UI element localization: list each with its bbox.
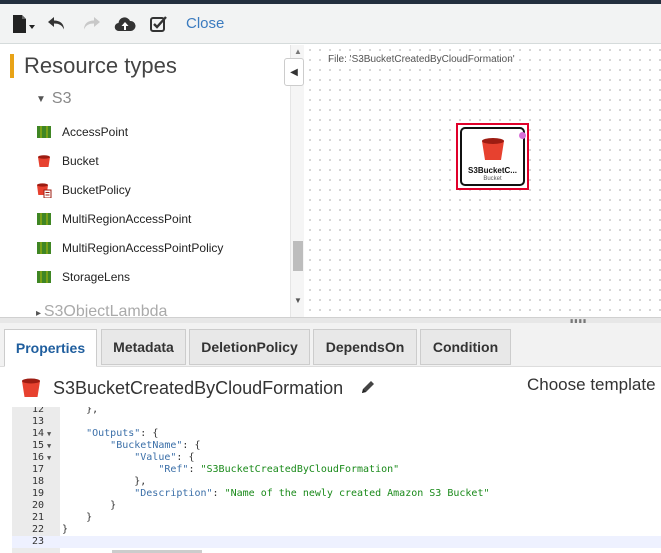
s3-accesspoint-icon bbox=[37, 125, 51, 138]
line-number: 17 bbox=[31, 464, 44, 475]
resource-item-storagelens[interactable]: StorageLens bbox=[36, 262, 223, 291]
line-number: 21 bbox=[31, 512, 44, 523]
node-frame: S3BucketC... Bucket bbox=[460, 127, 526, 186]
code-text: } bbox=[62, 512, 93, 523]
bucket-node[interactable]: S3BucketC... Bucket bbox=[456, 123, 529, 190]
redo-icon[interactable] bbox=[74, 7, 108, 41]
code-line[interactable]: 23 bbox=[12, 536, 661, 548]
line-number: 19 bbox=[31, 488, 44, 499]
line-number: 18 bbox=[31, 476, 44, 487]
tab-properties[interactable]: Properties bbox=[4, 329, 97, 367]
scrollbar-thumb[interactable] bbox=[293, 241, 303, 271]
file-label: File: 'S3BucketCreatedByCloudFormation' bbox=[328, 54, 515, 65]
s3-bucket-icon bbox=[22, 378, 40, 397]
s3-bucket-icon bbox=[38, 154, 50, 167]
resource-item-multiregionaccesspointpolicy[interactable]: MultiRegionAccessPointPolicy bbox=[36, 233, 223, 262]
code-line[interactable]: 16 ▼ "Value": { bbox=[12, 452, 661, 464]
scroll-down-icon[interactable]: ▼ bbox=[294, 296, 302, 305]
code-line[interactable]: 12 }, bbox=[12, 407, 661, 416]
fold-toggle-icon[interactable]: ▼ bbox=[47, 440, 51, 452]
code-line[interactable]: 13 bbox=[12, 416, 661, 428]
chevron-left-icon: ◀ bbox=[290, 66, 298, 78]
resource-item-label: MultiRegionAccessPoint bbox=[62, 211, 192, 226]
line-number: 23 bbox=[31, 536, 44, 547]
tab-deletionpolicy[interactable]: DeletionPolicy bbox=[189, 329, 310, 365]
group-s3objectlambda[interactable]: ▸ S3ObjectLambda bbox=[36, 303, 167, 317]
line-number: 16 bbox=[31, 452, 44, 463]
resource-item-bucketpolicy[interactable]: BucketPolicy bbox=[36, 175, 223, 204]
resource-item-label: BucketPolicy bbox=[62, 182, 131, 197]
s3-accesspoint-icon bbox=[37, 270, 51, 283]
resource-item-label: MultiRegionAccessPointPolicy bbox=[62, 240, 224, 255]
code-editor[interactable]: 12 }, 13 14 ▼ "Outputs": {15 ▼ "BucketName":… bbox=[12, 407, 661, 553]
scroll-up-icon[interactable]: ▲ bbox=[294, 47, 302, 56]
designer-canvas[interactable]: File: 'S3BucketCreatedByCloudFormation' … bbox=[305, 45, 661, 317]
resource-item-multiregionaccesspoint[interactable]: MultiRegionAccessPoint bbox=[36, 204, 223, 233]
resource-item-label: AccessPoint bbox=[62, 124, 129, 139]
code-line[interactable]: 22} bbox=[12, 524, 661, 536]
edit-pencil-icon[interactable] bbox=[360, 379, 376, 395]
code-text: "Ref": "S3BucketCreatedByCloudFormation" bbox=[158, 464, 400, 475]
resource-name: S3BucketCreatedByCloudFormation bbox=[53, 378, 344, 398]
code-text: "Description": "Name of the newly create… bbox=[134, 488, 490, 499]
s3-bucketpolicy-icon bbox=[37, 182, 52, 198]
group-label: S3ObjectLambda bbox=[43, 303, 168, 317]
s3-accesspoint-icon bbox=[37, 241, 51, 254]
toolbar: Close bbox=[0, 4, 661, 44]
code-text: }, bbox=[62, 407, 99, 415]
tab-metadata[interactable]: Metadata bbox=[101, 329, 186, 365]
code-line[interactable]: 17 "Ref": "S3BucketCreatedByCloudFormati… bbox=[12, 464, 661, 476]
code-text: }, bbox=[62, 476, 147, 487]
code-line[interactable]: 18 }, bbox=[12, 476, 661, 488]
code-text: } bbox=[62, 524, 69, 535]
properties-header: S3BucketCreatedByCloudFormation Choose t… bbox=[0, 367, 661, 407]
caret-right-icon: ▸ bbox=[36, 308, 44, 317]
group-label: S3 bbox=[51, 90, 72, 107]
connection-handle[interactable] bbox=[519, 132, 526, 139]
code-text: "BucketName": { bbox=[110, 440, 201, 451]
resource-types-panel: Resource types ▼ S3 AccessPoint Bucket B… bbox=[0, 45, 290, 317]
line-number: 22 bbox=[31, 524, 44, 535]
line-number: 13 bbox=[31, 416, 44, 427]
code-text: "Outputs": { bbox=[86, 428, 159, 439]
resource-types-title: Resource types bbox=[10, 54, 177, 78]
code-line[interactable]: 19 "Description": "Name of the newly cre… bbox=[12, 488, 661, 500]
close-button[interactable]: Close bbox=[186, 15, 224, 32]
line-number: 15 bbox=[31, 440, 44, 451]
node-name: S3BucketC... bbox=[468, 166, 517, 175]
resource-item-label: Bucket bbox=[62, 153, 99, 168]
node-type: Bucket bbox=[483, 176, 502, 182]
code-line[interactable]: 15 ▼ "BucketName": { bbox=[12, 440, 661, 452]
code-line[interactable]: 14 ▼ "Outputs": { bbox=[12, 428, 661, 440]
tab-dependson[interactable]: DependsOn bbox=[313, 329, 417, 365]
resource-item-accesspoint[interactable]: AccessPoint bbox=[36, 117, 223, 146]
collapse-panel-button[interactable]: ◀ bbox=[284, 58, 304, 86]
resource-list: AccessPoint Bucket BucketPolicy MultiReg… bbox=[36, 117, 223, 291]
properties-tabs: Properties Metadata DeletionPolicy Depen… bbox=[0, 323, 661, 367]
caret-down-icon: ▼ bbox=[36, 93, 46, 105]
group-s3[interactable]: ▼ S3 bbox=[36, 90, 71, 108]
s3-accesspoint-icon bbox=[37, 212, 51, 225]
cloud-upload-icon[interactable] bbox=[108, 7, 142, 41]
resource-item-bucket[interactable]: Bucket bbox=[36, 146, 223, 175]
choose-template-button[interactable]: Choose template bbox=[527, 375, 656, 395]
code-line[interactable]: 21 } bbox=[12, 512, 661, 524]
validate-icon[interactable] bbox=[142, 7, 176, 41]
fold-toggle-icon[interactable]: ▼ bbox=[47, 428, 51, 440]
fold-toggle-icon[interactable]: ▼ bbox=[47, 452, 51, 464]
code-text: } bbox=[62, 500, 117, 511]
line-number: 14 bbox=[31, 428, 44, 439]
undo-icon[interactable] bbox=[40, 7, 74, 41]
tab-condition[interactable]: Condition bbox=[420, 329, 511, 365]
code-text: "Value": { bbox=[134, 452, 195, 463]
line-number: 12 bbox=[31, 407, 44, 415]
new-file-icon[interactable] bbox=[6, 7, 40, 41]
resource-item-label: StorageLens bbox=[62, 269, 131, 284]
code-line[interactable]: 20 } bbox=[12, 500, 661, 512]
s3-bucket-icon bbox=[482, 138, 504, 160]
line-number: 20 bbox=[31, 500, 44, 511]
